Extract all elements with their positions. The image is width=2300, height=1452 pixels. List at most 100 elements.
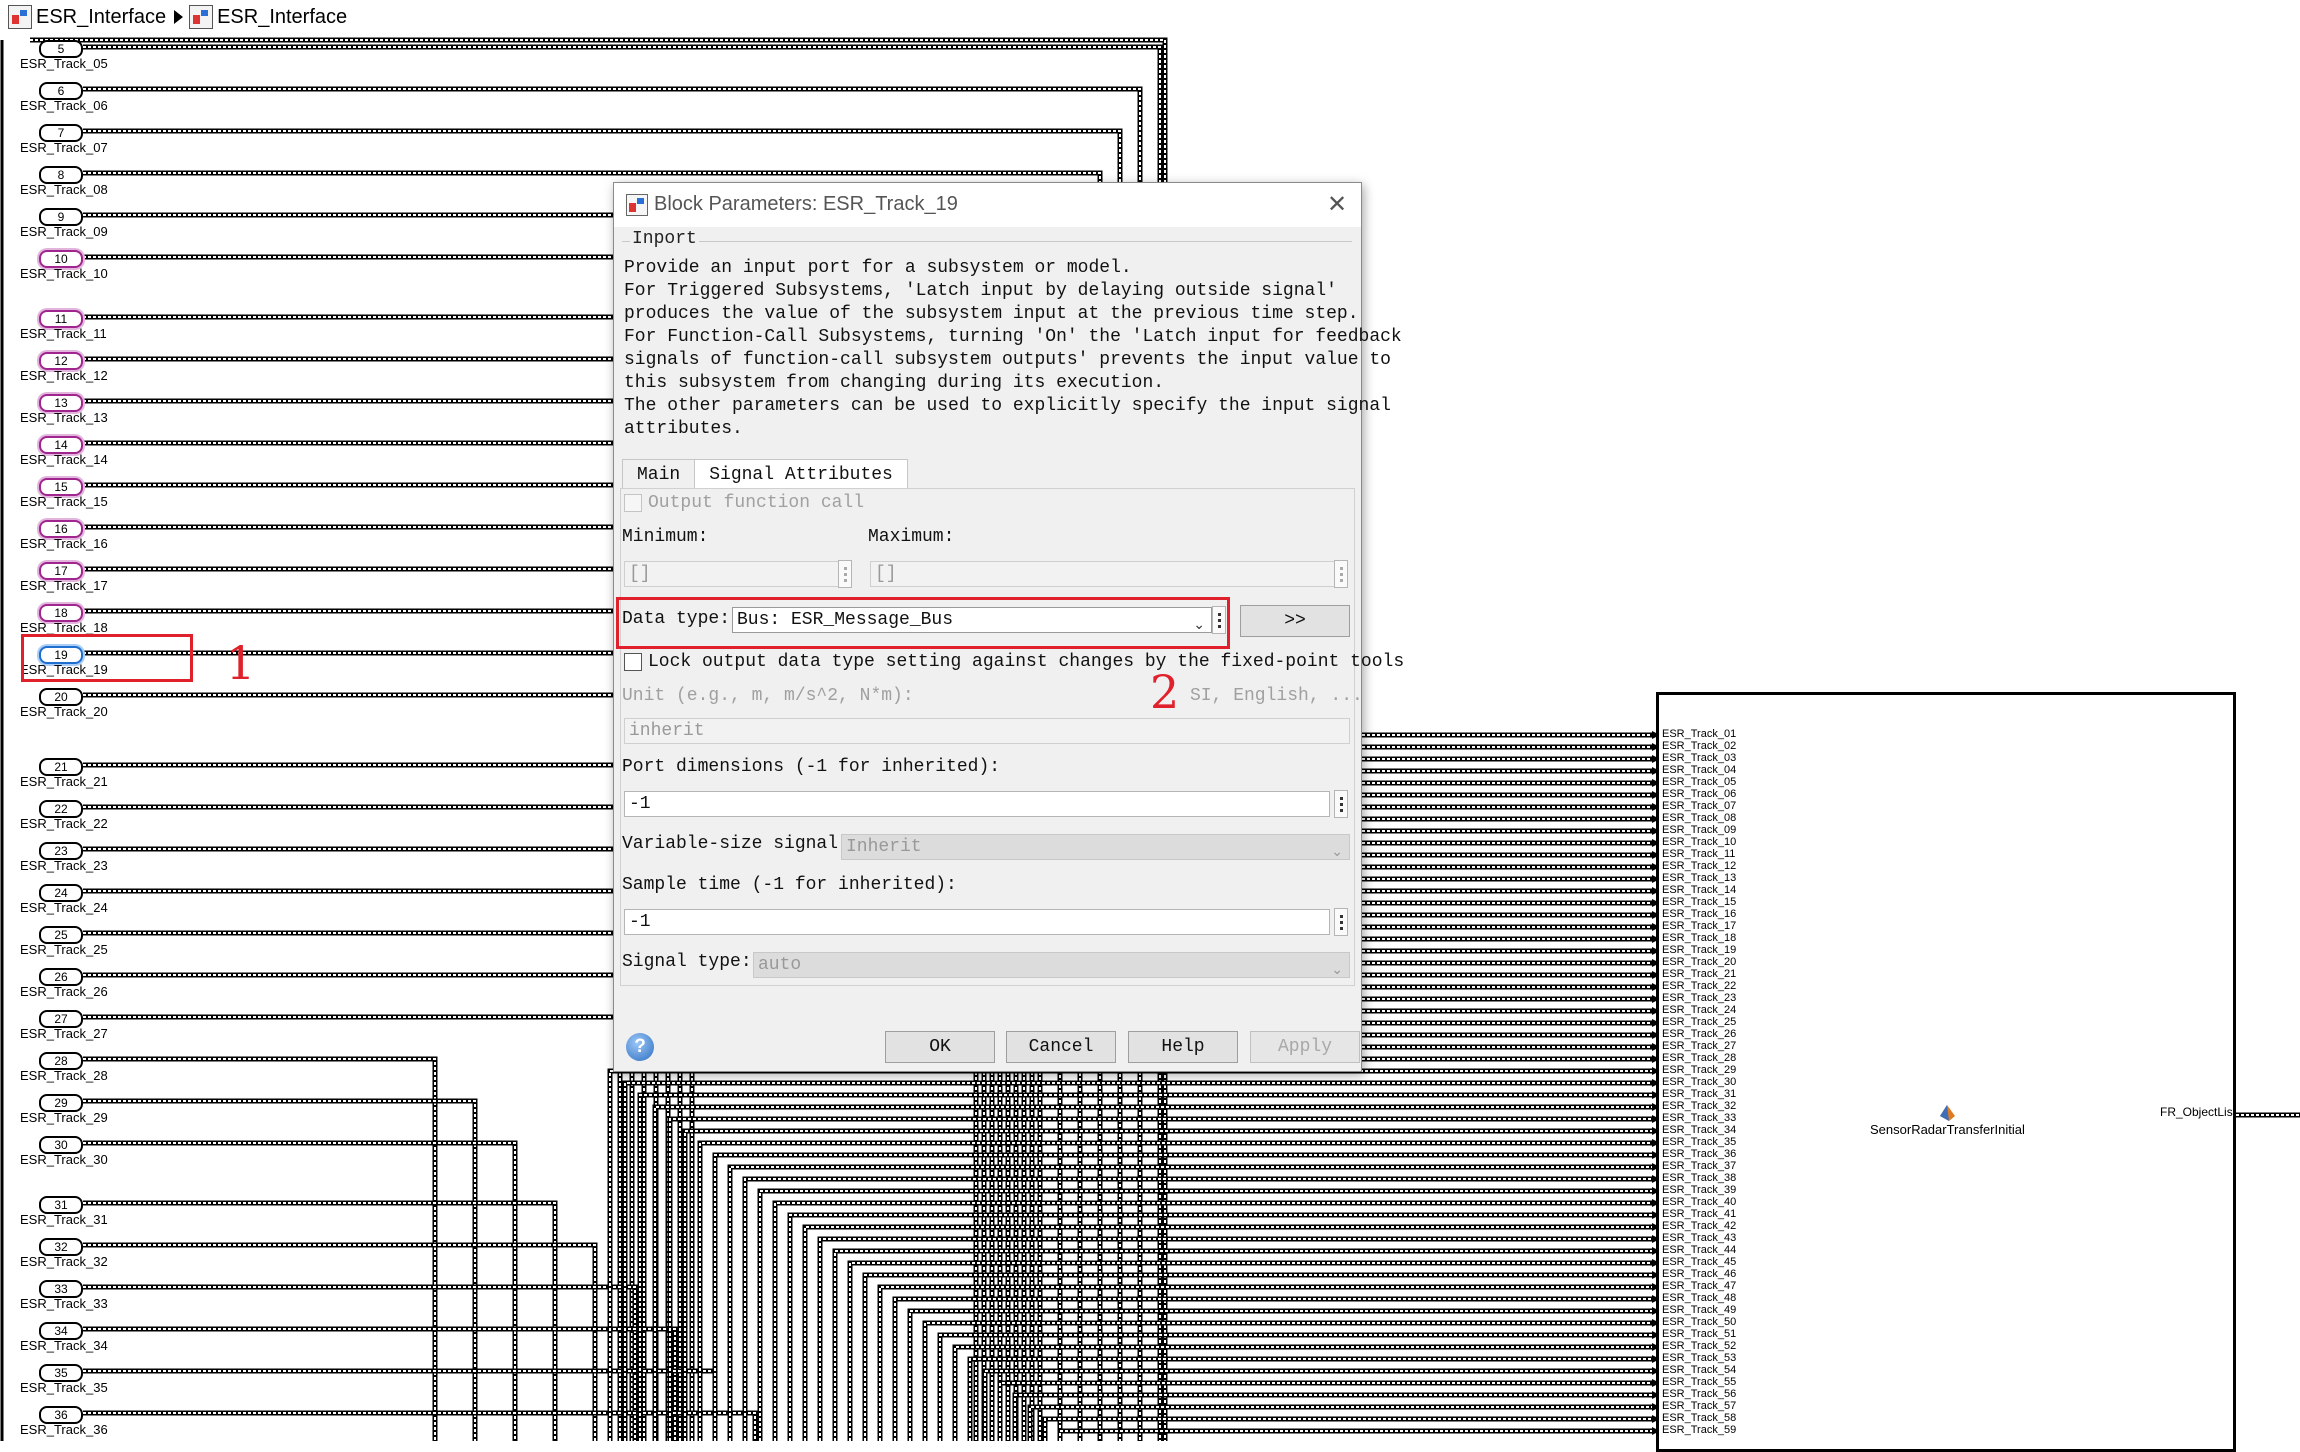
output-function-call-checkbox[interactable] (624, 494, 642, 512)
block-parameters-dialog: Block Parameters: ESR_Track_19 ✕ Inport … (613, 182, 1404, 1072)
annotation-box-data-type (616, 597, 1230, 649)
subsystem-port-label: ESR_Track_21 (1662, 968, 1737, 980)
subsystem-port-label: ESR_Track_28 (1662, 1052, 1737, 1064)
subsystem-port-label: ESR_Track_37 (1662, 1160, 1737, 1172)
minimum-field[interactable]: [] (624, 561, 846, 587)
subsystem-port-label: ESR_Track_29 (1662, 1064, 1737, 1076)
bus-signal-line (83, 1056, 438, 1441)
maximum-options-icon[interactable] (1334, 560, 1348, 588)
close-icon[interactable]: ✕ (1323, 191, 1351, 219)
help-button[interactable]: Help (1128, 1031, 1238, 1063)
maximum-field[interactable]: [] (870, 561, 1338, 587)
inport-label: ESR_Track_23 (20, 858, 108, 873)
ok-button[interactable]: OK (885, 1031, 995, 1063)
matlab-function-icon (1940, 1105, 1955, 1121)
inport-label: ESR_Track_08 (20, 182, 108, 197)
data-type-assistant-button[interactable]: >> (1240, 605, 1350, 637)
inport-label: ESR_Track_13 (20, 410, 108, 425)
bus-signal-line (83, 804, 635, 1441)
subsystem-port-label: ESR_Track_47 (1662, 1280, 1737, 1292)
sample-time-options-icon[interactable] (1334, 908, 1348, 936)
subsystem-port-label: ESR_Track_43 (1662, 1232, 1737, 1244)
help-icon[interactable]: ? (626, 1033, 654, 1061)
inport-label: ESR_Track_05 (20, 56, 108, 71)
subsystem-port-label: ESR_Track_53 (1662, 1352, 1737, 1364)
inport-label: ESR_Track_16 (20, 536, 108, 551)
block-description: Provide an input port for a subsystem or… (624, 258, 1402, 439)
subsystem-port-label: ESR_Track_39 (1662, 1184, 1737, 1196)
inport-label: ESR_Track_27 (20, 1026, 108, 1041)
subsystem-port-label: ESR_Track_15 (1662, 896, 1737, 908)
chevron-down-icon: ⌄ (1331, 844, 1343, 860)
unit-field[interactable]: inherit (624, 718, 1350, 744)
subsystem-port-label: ESR_Track_18 (1662, 932, 1737, 944)
bus-signal-line-fill (83, 806, 633, 1441)
dialog-title: Block Parameters: ESR_Track_19 (654, 193, 958, 215)
bus-signal-line (1057, 1428, 1652, 1441)
bus-signal-line-fill (83, 1016, 693, 1441)
inport-label: ESR_Track_30 (20, 1152, 108, 1167)
inport-label: ESR_Track_24 (20, 900, 108, 915)
unit-label: Unit (e.g., m, m/s^2, N*m): (622, 686, 914, 706)
apply-button[interactable]: Apply (1250, 1031, 1360, 1063)
tab-main[interactable]: Main (622, 459, 696, 489)
cancel-button[interactable]: Cancel (1006, 1031, 1116, 1063)
subsystem-port-label: ESR_Track_24 (1662, 1004, 1737, 1016)
bus-signal-line (83, 1200, 558, 1441)
subsystem-port-label: ESR_Track_12 (1662, 860, 1737, 872)
bus-signal-line (83, 1326, 678, 1441)
minimum-label: Minimum: (622, 527, 709, 547)
breadcrumb: ESR_Interface ESR_Interface (0, 0, 2300, 34)
variable-size-select[interactable]: Inherit ⌄ (841, 834, 1350, 860)
inport-label: ESR_Track_15 (20, 494, 108, 509)
inport-label: ESR_Track_18 (20, 620, 108, 635)
bus-signal-line (83, 1098, 478, 1441)
output-function-call-label: Output function call (648, 493, 865, 513)
bus-signal-line (727, 1164, 1652, 1441)
lock-data-type-checkbox[interactable] (624, 653, 642, 671)
subsystem-port-label: ESR_Track_32 (1662, 1100, 1737, 1112)
subsystem-port-label: ESR_Track_09 (1662, 824, 1737, 836)
subsystem-port-label: ESR_Track_42 (1662, 1220, 1737, 1232)
bus-signal-line (83, 1284, 638, 1441)
inport-label: ESR_Track_35 (20, 1380, 108, 1395)
inport-label: ESR_Track_34 (20, 1338, 108, 1353)
annotation-number-2: 2 (1150, 665, 1180, 719)
subsystem-block[interactable] (1656, 692, 2236, 1452)
subsystem-port-label: ESR_Track_13 (1662, 872, 1737, 884)
subsystem-port-label: ESR_Track_45 (1662, 1256, 1737, 1268)
dialog-titlebar[interactable]: Block Parameters: ESR_Track_19 ✕ (614, 183, 1361, 227)
inport-label: ESR_Track_11 (20, 326, 107, 341)
subsystem-port-label: ESR_Track_06 (1662, 788, 1737, 800)
chevron-down-icon: ⌄ (1331, 962, 1343, 978)
bus-signal-line (83, 1014, 695, 1441)
breadcrumb-root[interactable]: ESR_Interface (36, 6, 166, 29)
inport-label: ESR_Track_32 (20, 1254, 108, 1269)
subsystem-port-label: ESR_Track_05 (1662, 776, 1737, 788)
signal-type-label: Signal type: (622, 952, 752, 972)
bus-signal-line (83, 930, 671, 1441)
subsystem-port-label: ESR_Track_31 (1662, 1088, 1737, 1100)
port-dimensions-field[interactable]: -1 (624, 791, 1330, 817)
bus-signal-line-fill (83, 1286, 636, 1441)
subsystem-port-label: ESR_Track_17 (1662, 920, 1737, 932)
signal-type-select[interactable]: auto ⌄ (753, 952, 1350, 978)
subsystem-port-label: ESR_Track_22 (1662, 980, 1737, 992)
sample-time-field[interactable]: -1 (624, 909, 1330, 935)
inport-label: ESR_Track_26 (20, 984, 108, 999)
subsystem-port-label: ESR_Track_55 (1662, 1376, 1737, 1388)
subsystem-port-label: ESR_Track_02 (1662, 740, 1737, 752)
inport-label: ESR_Track_33 (20, 1296, 108, 1311)
minimum-options-icon[interactable] (838, 560, 852, 588)
breadcrumb-current[interactable]: ESR_Interface (217, 6, 347, 29)
subsystem-port-label: ESR_Track_30 (1662, 1076, 1737, 1088)
bus-signal-line-fill (83, 1328, 676, 1441)
subsystem-port-label: ESR_Track_58 (1662, 1412, 1737, 1424)
tab-signal-attributes[interactable]: Signal Attributes (694, 459, 908, 489)
port-dimensions-label: Port dimensions (-1 for inherited): (622, 757, 1001, 777)
subsystem-port-label: ESR_Track_36 (1662, 1148, 1737, 1160)
subsystem-port-label: ESR_Track_54 (1662, 1364, 1737, 1376)
inport-label: ESR_Track_10 (20, 266, 108, 281)
port-dimensions-options-icon[interactable] (1334, 790, 1348, 818)
subsystem-port-label: ESR_Track_41 (1662, 1208, 1737, 1220)
